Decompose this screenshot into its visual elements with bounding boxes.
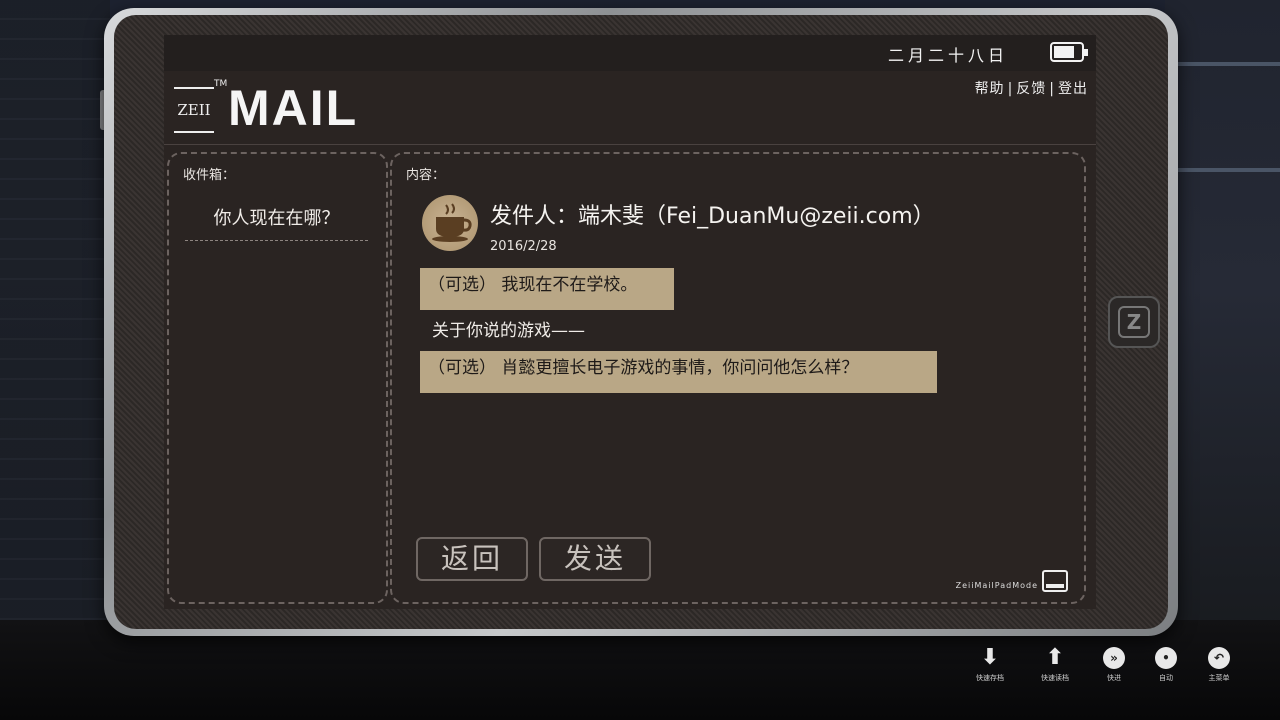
background-building	[0, 0, 110, 720]
trademark-mark: TM	[214, 79, 228, 89]
app-title: MAIL	[228, 80, 359, 136]
quick-save-label: 快速存档	[976, 674, 1004, 682]
inbox-panel: 收件箱： 你人现在在哪？	[167, 152, 388, 604]
quick-load-button[interactable]: ⬆ 快速读档	[1035, 647, 1075, 683]
mail-date: 2016/2/28	[490, 239, 557, 254]
background-right	[1165, 0, 1280, 720]
link-separator: |	[1049, 81, 1055, 97]
fast-forward-label: 快进	[1107, 674, 1121, 682]
battery-icon	[1050, 42, 1088, 62]
zeii-logo: ZEII	[174, 87, 214, 133]
fast-forward-button[interactable]: » 快进	[1094, 647, 1134, 683]
fast-forward-icon: »	[1103, 647, 1125, 669]
auto-icon: •	[1155, 647, 1177, 669]
auto-button[interactable]: • 自动	[1146, 647, 1186, 683]
main-menu-label: 主菜单	[1208, 674, 1230, 682]
feedback-link[interactable]: 反馈	[1016, 81, 1046, 97]
status-date: 二月二十八日	[887, 46, 1008, 65]
content-title: 内容：	[406, 168, 446, 183]
tablet-home-button[interactable]: Z	[1108, 296, 1160, 348]
pad-mode-icon[interactable]	[1042, 570, 1068, 592]
header-links: 帮助 | 反馈 | 登出	[975, 78, 1088, 98]
inbox-item[interactable]: 你人现在在哪？	[185, 204, 368, 241]
z-icon: Z	[1118, 306, 1150, 338]
status-bar: 二月二十八日	[164, 35, 1096, 71]
quick-save-icon: ⬇	[980, 645, 1000, 670]
sender-line: 发件人：端木斐（Fei_DuanMu@zeii.com）	[490, 204, 935, 229]
mail-line: 关于你说的游戏——	[432, 321, 585, 341]
coffee-cup-avatar-icon	[422, 195, 478, 251]
reply-option-2[interactable]: （可选） 肖懿更擅长电子游戏的事情，你问问他怎么样？	[420, 351, 937, 393]
mail-screen: 二月二十八日 ZEII TM MAIL 帮助 | 反馈 | 登出 收件箱： 你人现在在哪…	[164, 35, 1096, 609]
reply-option-1[interactable]: （可选） 我现在不在学校。	[420, 268, 674, 310]
send-button[interactable]: 发送	[539, 537, 651, 581]
quick-load-label: 快速读档	[1041, 674, 1069, 682]
link-separator: |	[1007, 81, 1014, 97]
auto-label: 自动	[1159, 674, 1173, 682]
content-panel: 内容： 发件人：端木斐（Fei_DuanMu@zeii.com） 2016/2/…	[390, 152, 1086, 604]
main-menu-icon: ↶	[1208, 647, 1230, 669]
logout-link[interactable]: 登出	[1058, 81, 1088, 97]
mail-header: ZEII TM MAIL 帮助 | 反馈 | 登出	[164, 71, 1096, 145]
quick-load-icon: ⬆	[1045, 645, 1065, 670]
help-link[interactable]: 帮助	[975, 81, 1005, 97]
quick-save-button[interactable]: ⬇ 快速存档	[970, 647, 1010, 683]
main-menu-button[interactable]: ↶ 主菜单	[1199, 647, 1239, 683]
inbox-title: 收件箱：	[183, 168, 236, 183]
back-button[interactable]: 返回	[416, 537, 528, 581]
mode-label: ZeiiMailPadMode	[955, 581, 1038, 590]
